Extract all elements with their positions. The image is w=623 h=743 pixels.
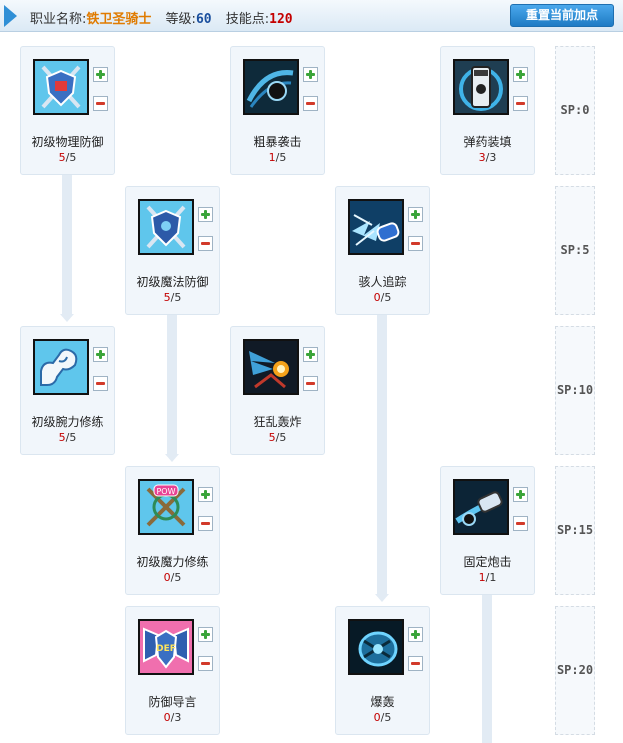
skill-points-label: 技能点:: [225, 12, 270, 27]
skill-name: 防御导言: [148, 695, 197, 709]
prerequisite-connector: [60, 175, 74, 322]
add-point-button[interactable]: [198, 207, 213, 222]
skill-card-defense-oracle: DEF 防御导言 0/3: [125, 606, 220, 735]
remove-point-button[interactable]: [93, 96, 108, 111]
shield-crossed-axes-icon[interactable]: [138, 199, 194, 255]
remove-point-button[interactable]: [408, 656, 423, 671]
flexed-arm-icon[interactable]: [33, 339, 89, 395]
skill-level: 1/5: [268, 151, 287, 164]
skill-level: 0/5: [163, 571, 182, 584]
skill-name: 初级物理防御: [31, 135, 104, 149]
remove-point-button[interactable]: [198, 656, 213, 671]
skill-name: 骇人追踪: [358, 275, 407, 289]
remove-point-button[interactable]: [93, 376, 108, 391]
skill-name: 狂乱轰炸: [253, 415, 302, 429]
add-point-button[interactable]: [408, 207, 423, 222]
remove-point-button[interactable]: [408, 236, 423, 251]
skill-level: 0/3: [163, 711, 182, 724]
arrow-icon: [4, 5, 17, 27]
add-point-button[interactable]: [303, 347, 318, 362]
add-point-button[interactable]: [408, 627, 423, 642]
ice-cannon-icon[interactable]: [348, 199, 404, 255]
cannon-shot-icon[interactable]: [453, 479, 509, 535]
add-point-button[interactable]: [93, 67, 108, 82]
header-bar: 职业名称:铁卫圣骑士 等级:60 技能点:120 重置当前加点: [0, 0, 623, 32]
skill-card-mana-training: POW 初级魔力修练 0/5: [125, 466, 220, 595]
blast-shield-icon[interactable]: [348, 619, 404, 675]
skill-level: 3/3: [478, 151, 497, 164]
prerequisite-connector: [482, 595, 492, 743]
prerequisite-connector: [165, 315, 179, 462]
job-label: 职业名称:: [30, 12, 87, 27]
sp-tier-label: SP:5: [555, 186, 595, 315]
skill-card-physical-defense: 初级物理防御 5/5: [20, 46, 115, 175]
add-point-button[interactable]: [513, 67, 528, 82]
sp-tier-label: SP:0: [555, 46, 595, 175]
skill-name: 初级魔法防御: [136, 275, 209, 289]
add-point-button[interactable]: [303, 67, 318, 82]
skill-points-value: 120: [269, 12, 293, 27]
ammo-canister-icon[interactable]: [453, 59, 509, 115]
reset-points-button[interactable]: 重置当前加点: [510, 4, 614, 27]
remove-point-button[interactable]: [198, 236, 213, 251]
remove-point-button[interactable]: [513, 516, 528, 531]
level-value: 60: [195, 12, 212, 27]
skill-level: 5/5: [163, 291, 182, 304]
add-point-button[interactable]: [513, 487, 528, 502]
skill-name: 爆轰: [370, 695, 395, 709]
skill-name: 粗暴袭击: [253, 135, 302, 149]
svg-text:DEF: DEF: [156, 644, 176, 654]
add-point-button[interactable]: [93, 347, 108, 362]
charging-knight-icon[interactable]: [243, 59, 299, 115]
svg-text:POW: POW: [156, 487, 175, 496]
remove-point-button[interactable]: [198, 516, 213, 531]
remove-point-button[interactable]: [513, 96, 528, 111]
skill-name: 固定炮击: [463, 555, 512, 569]
level-label: 等级:: [165, 12, 196, 27]
sp-tier-label: SP:10: [555, 326, 595, 455]
def-shield-icon[interactable]: DEF: [138, 619, 194, 675]
add-point-button[interactable]: [198, 627, 213, 642]
sp-tier-label: SP:15: [555, 466, 595, 595]
skill-card-detonation: 爆轰 0/5: [335, 606, 430, 735]
skill-level: 5/5: [268, 431, 287, 444]
skill-card-terrifying-pursuit: 骇人追踪 0/5: [335, 186, 430, 315]
skill-card-brutal-assault: 粗暴袭击 1/5: [230, 46, 325, 175]
skill-card-fixed-bombardment: 固定炮击 1/1: [440, 466, 535, 595]
skill-level: 5/5: [58, 431, 77, 444]
skill-name: 初级腕力修练: [31, 415, 104, 429]
skill-card-ammo-reload: 弹药装填 3/3: [440, 46, 535, 175]
skill-level: 1/1: [478, 571, 497, 584]
pow-crossed-staffs-icon[interactable]: POW: [138, 479, 194, 535]
add-point-button[interactable]: [198, 487, 213, 502]
skill-card-arm-strength: 初级腕力修练 5/5: [20, 326, 115, 455]
skill-name: 弹药装填: [463, 135, 512, 149]
job-name: 铁卫圣骑士: [86, 12, 152, 27]
skill-name: 初级魔力修练: [136, 555, 209, 569]
character-info: 职业名称:铁卫圣骑士 等级:60 技能点:120: [30, 8, 293, 27]
skill-level: 0/5: [373, 291, 392, 304]
skill-level: 5/5: [58, 151, 77, 164]
skill-card-frenzied-bombardment: 狂乱轰炸 5/5: [230, 326, 325, 455]
skill-card-magic-defense: 初级魔法防御 5/5: [125, 186, 220, 315]
bombardment-icon[interactable]: [243, 339, 299, 395]
remove-point-button[interactable]: [303, 96, 318, 111]
sp-tier-label: SP:20: [555, 606, 595, 735]
skill-level: 0/5: [373, 711, 392, 724]
shield-crossed-axes-icon[interactable]: [33, 59, 89, 115]
prerequisite-connector: [375, 315, 389, 602]
remove-point-button[interactable]: [303, 376, 318, 391]
